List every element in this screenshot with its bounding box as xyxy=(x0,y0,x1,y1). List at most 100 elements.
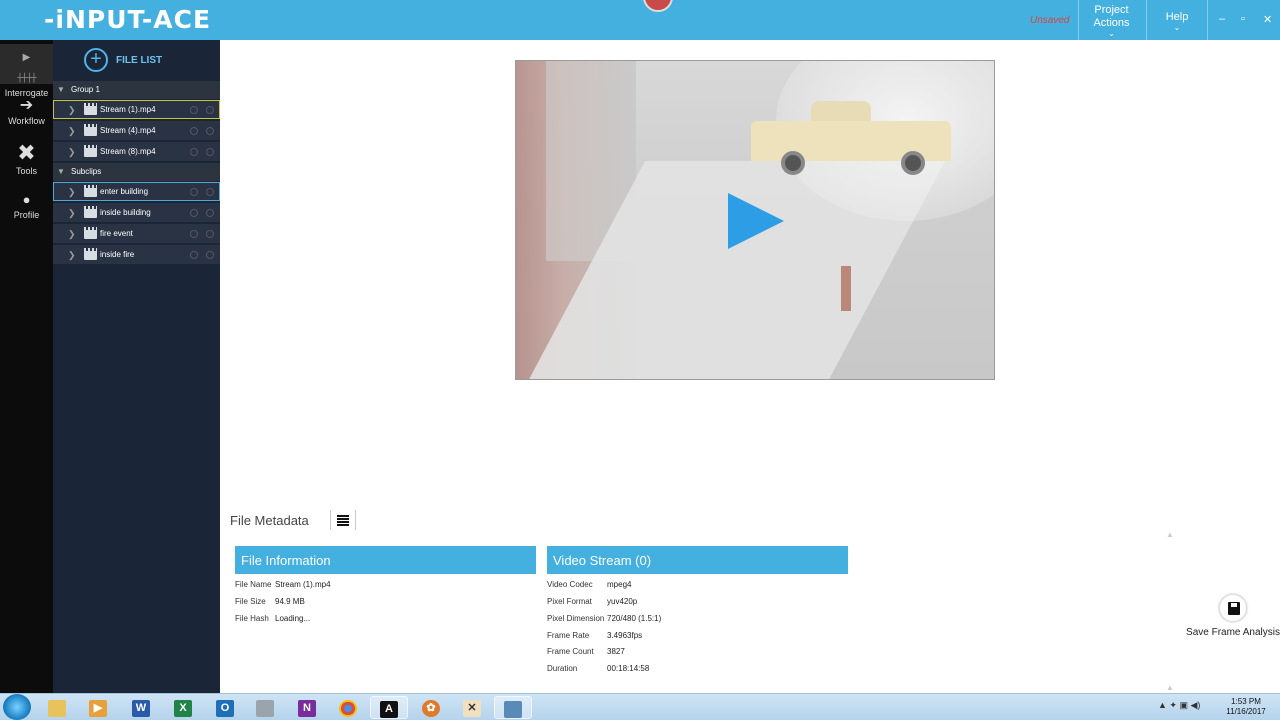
metadata-value: 3827 xyxy=(607,647,625,656)
rail-label: Workflow xyxy=(8,116,45,126)
gear-icon[interactable] xyxy=(206,106,214,114)
clip-icon xyxy=(84,227,97,239)
list-item[interactable]: ❯ enter building xyxy=(53,182,220,201)
record-button[interactable] xyxy=(643,0,673,12)
tray-icons[interactable]: ▲ ✦ ▣ ◀) xyxy=(1158,700,1200,711)
chrome-icon[interactable] xyxy=(329,696,367,719)
metadata-value: Stream (1).mp4 xyxy=(275,580,331,589)
rail-item-tools[interactable]: ✖ Tools xyxy=(0,140,53,176)
file-list-header: + FILE LIST xyxy=(53,40,220,80)
gear-icon[interactable] xyxy=(206,127,214,135)
eye-icon[interactable] xyxy=(190,230,198,238)
gear-icon[interactable] xyxy=(206,251,214,259)
rail-item-workflow[interactable]: ➔ Workflow xyxy=(0,96,53,126)
divider xyxy=(355,510,356,530)
person-icon: ● xyxy=(22,192,31,207)
eye-icon[interactable] xyxy=(190,148,198,156)
settings-app-icon[interactable]: ✿ xyxy=(412,696,450,719)
scroll-down-icon[interactable]: ▲ xyxy=(1166,683,1174,692)
excel-icon[interactable]: X xyxy=(164,696,202,719)
close-icon[interactable]: ✕ xyxy=(1263,13,1272,26)
clock[interactable]: 1:53 PM 11/16/2017 xyxy=(1222,697,1270,717)
save-frame-analysis-button[interactable]: Save Frame Analysis xyxy=(1186,594,1280,638)
rail-item-interrogate[interactable]: ▶ ┼┼┼┼ Interrogate xyxy=(0,44,53,98)
clip-icon xyxy=(84,206,97,218)
group-label: Subclips xyxy=(71,167,102,176)
metadata-key: Video Codec xyxy=(547,580,593,589)
list-item[interactable]: ❯ Stream (1).mp4 xyxy=(53,100,220,119)
input-ace-label: A xyxy=(380,701,398,719)
scroll-up-icon[interactable]: ▲ xyxy=(1166,530,1174,539)
save-icon xyxy=(1228,602,1240,615)
group-header[interactable]: ▼ Group 1 xyxy=(53,81,220,99)
clock-date: 11/16/2017 xyxy=(1226,707,1266,716)
video-stream-header: Video Stream (0) xyxy=(547,546,848,574)
eye-icon[interactable] xyxy=(190,188,198,196)
word-icon[interactable]: W xyxy=(122,696,160,719)
item-name: inside fire xyxy=(100,250,135,259)
save-frame-label: Save Frame Analysis xyxy=(1186,627,1280,638)
list-item[interactable]: ❯ inside building xyxy=(53,203,220,222)
video-app-icon[interactable]: ✕ xyxy=(453,696,491,719)
onenote-label: N xyxy=(298,700,316,718)
taskbar: ▶ W X O N A ✿ ✕ ▲ ✦ ▣ ◀) 1:53 PM 11/16/2… xyxy=(0,693,1280,720)
metadata-key: File Size xyxy=(235,597,266,606)
metadata-key: Pixel Dimension xyxy=(547,614,605,623)
expand-icon: ❯ xyxy=(68,126,76,136)
truck-wheel xyxy=(901,151,925,175)
video-player[interactable] xyxy=(515,60,995,380)
list-item[interactable]: ❯ fire event xyxy=(53,224,220,243)
metadata-key: Duration xyxy=(547,664,578,673)
clip-icon xyxy=(84,248,97,260)
outlook-icon[interactable]: O xyxy=(206,696,244,719)
gear-icon[interactable] xyxy=(206,230,214,238)
rail-item-profile[interactable]: ● Profile xyxy=(0,190,53,220)
metadata-value: 720/480 (1.5:1) xyxy=(607,614,662,623)
help-menu[interactable]: Help ⌄ xyxy=(1146,0,1208,40)
gear-icon[interactable] xyxy=(206,188,214,196)
add-file-button[interactable]: + xyxy=(84,48,108,72)
metadata-value: 00:18:14:58 xyxy=(607,664,650,673)
collapse-icon: ▼ xyxy=(57,85,65,94)
start-button[interactable] xyxy=(3,694,31,720)
group-header[interactable]: ▼ Subclips xyxy=(53,163,220,181)
play-icon: ▶ ┼┼┼┼ xyxy=(17,52,37,82)
eye-icon[interactable] xyxy=(190,127,198,135)
save-icon-wrap xyxy=(1219,594,1247,622)
onenote-icon[interactable]: N xyxy=(288,696,326,719)
metadata-key: Frame Rate xyxy=(547,631,590,640)
media-player-icon[interactable]: ▶ xyxy=(79,696,117,719)
list-item[interactable]: ❯ Stream (4).mp4 xyxy=(53,121,220,140)
list-item[interactable]: ❯ inside fire xyxy=(53,245,220,264)
expand-icon: ❯ xyxy=(68,105,76,115)
clip-icon xyxy=(84,124,97,136)
top-bar: -iNPUT-ACE Unsaved Project Actions ⌄ Hel… xyxy=(0,0,1280,40)
metadata-key: File Hash xyxy=(235,614,269,623)
maximize-icon[interactable]: ▫ xyxy=(1241,13,1245,25)
file-information-header: File Information xyxy=(235,546,536,574)
item-name: fire event xyxy=(100,229,133,238)
gear-icon[interactable] xyxy=(206,148,214,156)
item-name: Stream (8).mp4 xyxy=(100,147,156,156)
input-ace-icon[interactable]: A xyxy=(370,696,408,719)
metadata-key: Pixel Format xyxy=(547,597,592,606)
minimize-icon[interactable]: – xyxy=(1219,13,1225,25)
project-actions-label: Project Actions xyxy=(1093,4,1130,29)
list-item[interactable]: ❯ Stream (8).mp4 xyxy=(53,142,220,161)
list-view-icon[interactable] xyxy=(337,515,349,526)
divider xyxy=(330,510,331,530)
calculator-icon[interactable] xyxy=(246,696,284,719)
eye-icon[interactable] xyxy=(190,209,198,217)
eye-icon[interactable] xyxy=(190,106,198,114)
project-actions-menu[interactable]: Project Actions ⌄ xyxy=(1078,0,1144,40)
metadata-value: mpeg4 xyxy=(607,580,632,589)
play-icon[interactable] xyxy=(728,193,784,249)
arrow-right-icon: ➔ xyxy=(19,97,34,114)
rail-label: Profile xyxy=(13,210,40,220)
metadata-title: File Metadata xyxy=(230,513,309,528)
metadata-key: Frame Count xyxy=(547,647,594,656)
file-explorer-icon[interactable] xyxy=(38,696,76,719)
eye-icon[interactable] xyxy=(190,251,198,259)
image-viewer-icon[interactable] xyxy=(494,696,532,719)
gear-icon[interactable] xyxy=(206,209,214,217)
